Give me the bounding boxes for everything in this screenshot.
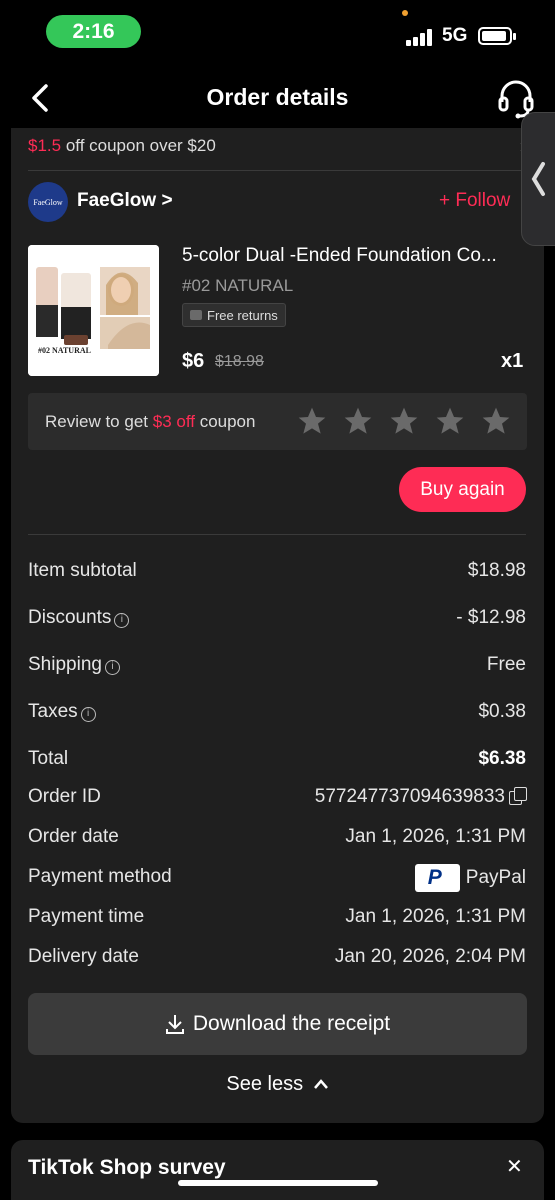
payment-time-row: Payment time Jan 1, 2026, 1:31 PM	[28, 906, 526, 928]
status-bar: 2:16 5G	[0, 0, 555, 70]
privacy-indicator-dot	[402, 10, 408, 16]
row-value: $18.98	[467, 560, 526, 581]
product-photo	[28, 245, 159, 376]
row-label: Order date	[28, 826, 119, 847]
coupon-amount: $1.5	[28, 136, 62, 155]
row-label: Payment time	[28, 906, 145, 927]
buy-again-button[interactable]: Buy again	[399, 467, 526, 512]
shop-name: FaeGlow	[77, 190, 157, 211]
status-time: 2:16	[46, 15, 141, 48]
review-prefix: Review to get	[45, 412, 153, 431]
row-value: $6.38	[478, 748, 526, 769]
row-label: Delivery date	[28, 946, 139, 967]
product-title[interactable]: 5-color Dual -Ended Foundation Co...	[182, 245, 527, 267]
info-icon[interactable]: i	[104, 660, 120, 675]
chevron-up-icon	[313, 1079, 328, 1089]
shop-name-link[interactable]: FaeGlow >	[77, 190, 173, 212]
order-date-row: Order date Jan 1, 2026, 1:31 PM	[28, 826, 526, 848]
row-value: Jan 1, 2026, 1:31 PM	[345, 906, 526, 927]
see-less-toggle[interactable]: See less	[11, 1073, 544, 1096]
row-label: Taxes	[28, 701, 78, 722]
product-quantity: x1	[501, 350, 524, 372]
return-box-icon	[190, 310, 202, 320]
row-value: Jan 20, 2026, 2:04 PM	[334, 946, 526, 967]
page-title: Order details	[206, 84, 349, 110]
image-caption: #02 NATURAL	[38, 346, 91, 355]
star-icon[interactable]	[434, 405, 466, 437]
signal-icon	[406, 28, 438, 46]
row-value: Free	[486, 654, 526, 675]
free-returns-text: Free returns	[207, 307, 278, 323]
order-id: 577247737094639833	[314, 786, 505, 807]
paypal-icon: P	[414, 864, 460, 892]
row-label: Discounts	[28, 607, 112, 628]
product-original-price: $18.98	[215, 353, 264, 370]
copy-icon[interactable]	[509, 787, 527, 805]
discounts-row: Discounts i - $12.98	[28, 607, 526, 629]
row-value: Jan 1, 2026, 1:31 PM	[345, 826, 526, 847]
network-type: 5G	[442, 25, 468, 46]
info-icon[interactable]: i	[80, 707, 96, 722]
shipping-row: Shipping i Free	[28, 654, 526, 676]
info-icon[interactable]: i	[114, 613, 130, 628]
app-header: Order details	[0, 70, 555, 128]
follow-button[interactable]: + Follow	[439, 190, 510, 212]
rating-stars	[296, 405, 512, 437]
coupon-banner[interactable]: $1.5 off coupon over $20 ›	[28, 136, 526, 172]
close-icon[interactable]: ✕	[506, 1154, 523, 1179]
shop-logo[interactable]: FaeGlow	[28, 182, 68, 222]
star-icon[interactable]	[388, 405, 420, 437]
review-amount: $3 off	[152, 412, 195, 431]
review-text: Review to get $3 off coupon	[45, 412, 255, 432]
row-label: Payment method	[28, 866, 172, 887]
star-icon[interactable]	[296, 405, 328, 437]
order-card: $1.5 off coupon over $20 › FaeGlow FaeGl…	[11, 128, 544, 1123]
star-icon[interactable]	[480, 405, 512, 437]
star-icon[interactable]	[342, 405, 374, 437]
download-receipt-button[interactable]: Download the receipt	[28, 993, 527, 1055]
battery-icon	[478, 27, 516, 45]
row-label: Item subtotal	[28, 560, 137, 581]
delivery-date-row: Delivery date Jan 20, 2026, 2:04 PM	[28, 946, 526, 968]
survey-card: TikTok Shop survey ✕	[11, 1140, 544, 1200]
order-id-row: Order ID 577247737094639833	[28, 786, 527, 808]
shop-row: FaeGlow FaeGlow > + Follow	[28, 182, 538, 222]
download-receipt-label: Download the receipt	[192, 1012, 391, 1035]
survey-title: TikTok Shop survey	[28, 1156, 226, 1179]
row-label: Order ID	[28, 786, 101, 807]
product-variant: #02 NATURAL	[182, 276, 294, 295]
product-price: $6	[182, 350, 205, 372]
product-image[interactable]: #02 NATURAL	[28, 245, 159, 376]
free-returns-badge: Free returns	[182, 303, 286, 327]
divider	[28, 170, 526, 171]
payment-method-value: P PayPal	[414, 864, 526, 892]
side-panel-tab[interactable]	[521, 112, 555, 246]
item-subtotal-row: Item subtotal $18.98	[28, 560, 526, 582]
divider	[28, 534, 526, 535]
row-label: Shipping	[28, 654, 102, 675]
total-row: Total $6.38	[28, 748, 526, 770]
chevron-left-icon	[531, 162, 545, 196]
row-label: Total	[28, 748, 69, 769]
chevron-right-icon: >	[161, 190, 173, 211]
download-icon	[165, 1015, 184, 1034]
review-prompt[interactable]: Review to get $3 off coupon	[28, 393, 527, 450]
payment-method: PayPal	[465, 867, 526, 889]
order-id-value: 577247737094639833	[314, 786, 527, 808]
home-indicator	[178, 1180, 378, 1186]
see-less-label: See less	[226, 1073, 304, 1095]
review-suffix: coupon	[194, 412, 256, 431]
row-value: - $12.98	[456, 607, 526, 628]
payment-method-row: Payment method P PayPal	[28, 864, 526, 892]
coupon-text: off coupon over $20	[61, 136, 216, 155]
taxes-row: Taxes i $0.38	[28, 701, 526, 723]
row-value: $0.38	[478, 701, 526, 722]
